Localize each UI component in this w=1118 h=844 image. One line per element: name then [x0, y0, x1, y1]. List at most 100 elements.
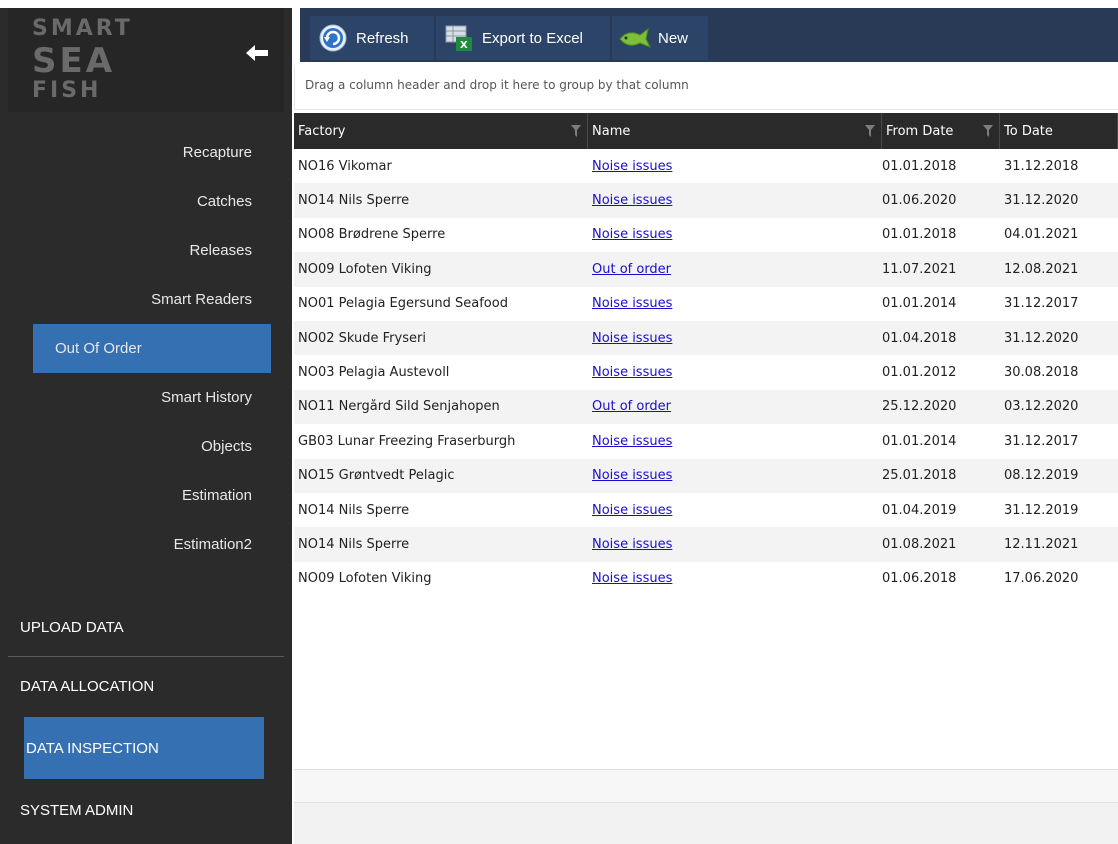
column-header-factory[interactable]: Factory — [294, 113, 588, 149]
name-link[interactable]: Noise issues — [592, 434, 672, 449]
nav-section-label: DATA INSPECTION — [26, 739, 159, 757]
from-date-cell: 25.01.2018 — [882, 468, 957, 484]
subnav-item-recapture[interactable]: Recapture — [0, 128, 292, 177]
from-date-cell: 11.07.2021 — [882, 261, 957, 277]
table-row[interactable]: NO14 Nils Sperre Noise issues 01.04.2019 31… — [294, 493, 1118, 527]
subnav-item-label: Smart History — [161, 389, 252, 406]
collapse-arrow-icon[interactable] — [240, 38, 274, 68]
refresh-button[interactable]: Refresh — [310, 16, 434, 60]
subnav-item-smart-history[interactable]: Smart History — [0, 373, 292, 422]
nav-data-inspection[interactable]: DATA INSPECTION — [24, 717, 264, 779]
name-link[interactable]: Noise issues — [592, 571, 672, 586]
to-date-cell: 31.12.2017 — [1004, 296, 1079, 312]
to-date-cell: 31.12.2017 — [1004, 433, 1079, 449]
subnav-item-catches[interactable]: Catches — [0, 177, 292, 226]
subnav-item-label: Catches — [196, 193, 252, 210]
nav-system-admin[interactable]: SYSTEM ADMIN — [8, 781, 284, 839]
subnav-item-label: Estimation — [181, 487, 252, 504]
filter-icon[interactable] — [865, 125, 875, 137]
sub-navigation: Recapture Catches Releases Smart Readers… — [0, 128, 292, 569]
nav-data-allocation[interactable]: DATA ALLOCATION — [8, 657, 284, 715]
brand-line-3: FISH — [32, 78, 102, 103]
name-link[interactable]: Noise issues — [592, 193, 672, 208]
subnav-item-smart-readers[interactable]: Smart Readers — [0, 275, 292, 324]
factory-cell: NO01 Pelagia Egersund Seafood — [298, 296, 508, 312]
subnav-item-releases[interactable]: Releases — [0, 226, 292, 275]
table-row[interactable]: NO11 Nergård Sild Senjahopen Out of order… — [294, 389, 1118, 425]
group-by-drop-zone[interactable]: Drag a column header and drop it here to… — [294, 66, 1118, 110]
subnav-item-estimation[interactable]: Estimation — [0, 471, 292, 520]
name-link[interactable]: Noise issues — [592, 468, 672, 483]
to-date-cell: 31.12.2019 — [1004, 502, 1079, 518]
table-row[interactable]: NO14 Nils Sperre Noise issues 01.08.2021 12… — [294, 527, 1118, 562]
subnav-item-out-of-order[interactable]: Out Of Order — [33, 324, 271, 373]
from-date-cell: 01.06.2018 — [882, 571, 957, 587]
export-to-excel-button[interactable]: X Export to Excel — [436, 16, 610, 60]
table-row[interactable]: NO14 Nils Sperre Noise issues 01.06.2020 31… — [294, 183, 1118, 218]
column-header-label: From Date — [886, 123, 954, 139]
name-cell: Out of order — [588, 262, 882, 277]
subnav-item-estimation2[interactable]: Estimation2 — [0, 520, 292, 569]
logo-area: SMART SEA FISH — [8, 8, 284, 112]
from-date-cell: 01.01.2014 — [882, 433, 957, 449]
column-header-to-date[interactable]: To Date — [1000, 113, 1118, 149]
name-link[interactable]: Noise issues — [592, 503, 672, 518]
name-cell: Noise issues — [588, 434, 882, 449]
to-date-cell: 31.12.2018 — [1004, 158, 1079, 174]
table-row[interactable]: NO09 Lofoten Viking Noise issues 01.06.201… — [294, 562, 1118, 596]
factory-cell: NO14 Nils Sperre — [298, 193, 410, 209]
from-date-cell: 01.04.2019 — [882, 502, 957, 518]
factory-cell: GB03 Lunar Freezing Fraserburgh — [298, 433, 516, 449]
from-date-cell: 01.06.2020 — [882, 193, 957, 209]
name-cell: Noise issues — [588, 296, 882, 311]
name-link[interactable]: Out of order — [592, 262, 671, 277]
new-button[interactable]: New — [612, 16, 708, 60]
nav-upload-data[interactable]: UPLOAD DATA — [8, 598, 284, 656]
toolbar: Refresh X Export to Excel New — [292, 0, 1118, 66]
filter-icon[interactable] — [983, 125, 993, 137]
table-row[interactable]: NO15 Grøntvedt Pelagic Noise issues 25.01.… — [294, 458, 1118, 493]
filter-icon[interactable] — [571, 125, 581, 137]
from-date-cell: 01.01.2018 — [882, 158, 957, 174]
table-row[interactable]: NO03 Pelagia Austevoll Noise issues 01.01.… — [294, 355, 1118, 389]
table-row[interactable]: NO16 Vikomar Noise issues 01.01.2018 31.12.… — [294, 149, 1118, 183]
name-cell: Noise issues — [588, 537, 882, 552]
to-date-cell: 08.12.2019 — [1004, 468, 1079, 484]
from-date-cell: 25.12.2020 — [882, 399, 957, 415]
column-header-label: Factory — [298, 123, 346, 139]
top-strip — [0, 0, 292, 8]
to-date-cell: 31.12.2020 — [1004, 330, 1079, 346]
table-row[interactable]: NO01 Pelagia Egersund Seafood Noise issue… — [294, 287, 1118, 321]
factory-cell: NO16 Vikomar — [298, 158, 392, 174]
name-link[interactable]: Noise issues — [592, 365, 672, 380]
name-link[interactable]: Noise issues — [592, 331, 672, 346]
column-header-label: To Date — [1004, 123, 1053, 139]
to-date-cell: 12.11.2021 — [1004, 536, 1079, 552]
name-link[interactable]: Noise issues — [592, 227, 672, 242]
svg-text:X: X — [460, 40, 468, 51]
new-label: New — [658, 29, 689, 47]
to-date-cell: 03.12.2020 — [1004, 399, 1079, 415]
from-date-cell: 01.01.2018 — [882, 227, 957, 243]
main-navigation: UPLOAD DATA DATA ALLOCATION DATA INSPECT… — [8, 598, 284, 839]
table-row[interactable]: NO08 Brødrene Sperre Noise issues 01.01.20… — [294, 218, 1118, 252]
to-date-cell: 12.08.2021 — [1004, 261, 1079, 277]
column-header-name[interactable]: Name — [588, 113, 882, 149]
column-header-from-date[interactable]: From Date — [882, 113, 1000, 149]
subnav-item-objects[interactable]: Objects — [0, 422, 292, 471]
factory-cell: NO09 Lofoten Viking — [298, 261, 432, 277]
to-date-cell: 04.01.2021 — [1004, 227, 1079, 243]
brand-line-2: SEA — [32, 41, 116, 81]
name-link[interactable]: Noise issues — [592, 296, 672, 311]
table-row[interactable]: NO02 Skude Fryseri Noise issues 01.04.2018… — [294, 320, 1118, 356]
factory-cell: NO02 Skude Fryseri — [298, 330, 426, 346]
table-row[interactable]: NO09 Lofoten Viking Out of order 11.07.202… — [294, 252, 1118, 287]
name-link[interactable]: Out of order — [592, 399, 671, 414]
name-link[interactable]: Noise issues — [592, 537, 672, 552]
subnav-item-label: Out Of Order — [55, 340, 142, 357]
export-to-excel-label: Export to Excel — [482, 29, 583, 47]
from-date-cell: 01.08.2021 — [882, 536, 957, 552]
table-row[interactable]: GB03 Lunar Freezing Fraserburgh Noise iss… — [294, 424, 1118, 458]
subnav-item-label: Releases — [189, 242, 252, 259]
name-link[interactable]: Noise issues — [592, 159, 672, 174]
